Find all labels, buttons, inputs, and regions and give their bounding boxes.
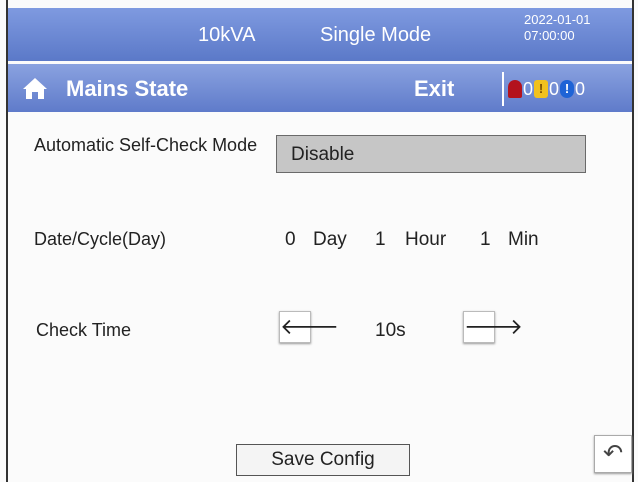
- cycle-min-unit: Min: [508, 229, 539, 250]
- self-check-value: Disable: [291, 144, 355, 165]
- critical-alarm-count: 0: [523, 78, 534, 99]
- cycle-hour-unit: Hour: [405, 229, 447, 250]
- save-config-label: Save Config: [271, 449, 375, 470]
- capacity-label: 10kVA: [198, 24, 256, 46]
- nav-bar: Mains State Exit 0! 0! 0: [8, 64, 632, 112]
- cycle-day-value[interactable]: 0: [285, 229, 296, 251]
- page-title: Mains State: [66, 76, 189, 101]
- exit-button[interactable]: Exit: [414, 76, 454, 102]
- cycle-hour-value[interactable]: 1: [375, 229, 386, 251]
- nav-divider: [502, 72, 504, 106]
- time-text: 07:00:00: [524, 28, 575, 43]
- info-alarm-icon: !: [560, 80, 575, 99]
- info-alarm-count: 0: [575, 78, 586, 99]
- home-icon[interactable]: [22, 76, 48, 100]
- save-config-button[interactable]: Save Config: [236, 444, 410, 476]
- cycle-day-unit: Day: [313, 229, 347, 250]
- increase-button[interactable]: 🡒: [463, 311, 523, 343]
- datetime: 2022-01-01 07:00:00: [524, 12, 591, 44]
- warning-alarm-count: 0: [549, 78, 560, 99]
- check-time-value: 10s: [375, 320, 406, 341]
- mode-label: Single Mode: [320, 24, 432, 46]
- cycle-min-value[interactable]: 1: [480, 229, 491, 251]
- back-icon: ↶: [602, 440, 624, 467]
- arrow-right-icon: 🡒: [464, 314, 523, 339]
- arrow-left-icon: 🡐: [280, 314, 339, 339]
- cycle-label: Date/Cycle(Day): [34, 229, 167, 249]
- decrease-button[interactable]: 🡐: [279, 311, 339, 343]
- status-bar: 10kVA Single Mode 2022-01-01 07:00:00: [8, 8, 632, 61]
- date-text: 2022-01-01: [524, 12, 591, 27]
- screen-bezel-right: [632, 0, 634, 482]
- self-check-label: Automatic Self-Check Mode: [34, 135, 258, 155]
- alarm-summary[interactable]: 0! 0! 0: [508, 78, 586, 100]
- critical-alarm-icon: [508, 80, 522, 99]
- check-time-label: Check Time: [36, 320, 132, 340]
- self-check-select[interactable]: Disable: [276, 135, 586, 173]
- back-button[interactable]: ↶: [594, 435, 632, 473]
- warning-alarm-icon: !: [534, 80, 549, 99]
